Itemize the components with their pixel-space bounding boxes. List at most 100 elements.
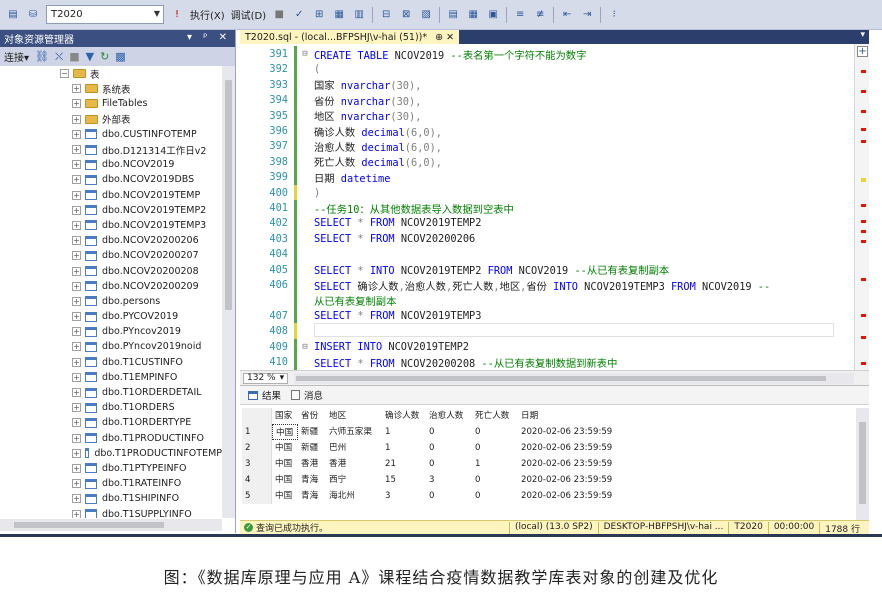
error-marker[interactable] bbox=[861, 362, 866, 365]
column-header[interactable]: 国家 bbox=[272, 408, 298, 424]
tree-table-node[interactable]: + dbo.PYncov2019 bbox=[0, 324, 222, 339]
tab-query-file[interactable]: T2020.sql - (local...BFPSHJ\v-hai (51))*… bbox=[240, 30, 460, 44]
tree-folder-node[interactable]: − 表 bbox=[0, 66, 222, 81]
expand-icon[interactable]: + bbox=[72, 479, 81, 489]
grid-cell[interactable]: 3 bbox=[382, 488, 426, 504]
row-number[interactable]: 5 bbox=[242, 488, 272, 504]
grid-cell[interactable]: 1 bbox=[382, 424, 426, 440]
code-line[interactable]: 395 地区 nvarchar(30), bbox=[240, 107, 852, 124]
tab-pin-close-icon[interactable]: ⊕ ✕ bbox=[435, 32, 454, 43]
scrollbar-thumb[interactable] bbox=[225, 80, 232, 310]
include-plan-icon[interactable]: ⊟ bbox=[379, 8, 393, 22]
column-header[interactable]: 死亡人数 bbox=[472, 408, 518, 424]
refresh-icon[interactable]: ↻ bbox=[100, 50, 109, 63]
query-designer-icon[interactable]: ▦ bbox=[332, 8, 346, 22]
live-stats-icon[interactable]: ⊠ bbox=[399, 8, 413, 22]
grid-cell[interactable]: 海北州 bbox=[326, 488, 382, 504]
scrollbar-thumb[interactable] bbox=[14, 522, 164, 528]
tree-table-node[interactable]: + dbo.CUSTINFOTEMP bbox=[0, 127, 222, 142]
error-marker[interactable] bbox=[861, 204, 866, 207]
tab-results[interactable]: 结果 bbox=[248, 388, 281, 402]
grid-cell[interactable]: 2020-02-06 23:59:59 bbox=[518, 456, 658, 472]
error-marker[interactable] bbox=[861, 314, 866, 317]
expand-icon[interactable]: + bbox=[72, 175, 81, 185]
expand-icon[interactable]: + bbox=[72, 114, 81, 124]
code-line[interactable]: 406 SELECT 确诊人数,治愈人数,死亡人数,地区,省份 INTO NCOV… bbox=[240, 277, 852, 293]
tree-table-node[interactable]: + dbo.T1PTYPEINFO bbox=[0, 461, 222, 476]
parse-icon[interactable]: ✓ bbox=[292, 8, 306, 22]
error-marker[interactable] bbox=[861, 336, 866, 339]
code-line[interactable]: 392 ( bbox=[240, 61, 852, 78]
disconnect-icon[interactable]: ⛌ bbox=[55, 50, 63, 64]
new-query-icon[interactable]: ▤ bbox=[6, 8, 20, 22]
tree-table-node[interactable]: + dbo.NCOV20200208 bbox=[0, 263, 222, 278]
row-number[interactable]: 3 bbox=[242, 456, 272, 472]
code-line[interactable]: 404 bbox=[240, 246, 852, 263]
grid-cell[interactable]: 0 bbox=[472, 472, 518, 488]
grid-cell[interactable]: 0 bbox=[472, 488, 518, 504]
tab-messages[interactable]: 消息 bbox=[291, 388, 323, 402]
results-file-icon[interactable]: ▣ bbox=[486, 8, 500, 22]
stop-icon[interactable]: ■ bbox=[272, 8, 286, 22]
grid-cell[interactable]: 中国 bbox=[272, 424, 298, 440]
grid-cell[interactable]: 2020-02-06 23:59:59 bbox=[518, 472, 658, 488]
scrollbar-thumb[interactable] bbox=[296, 375, 827, 381]
tree-table-node[interactable]: + dbo.T1ORDERTYPE bbox=[0, 415, 222, 430]
grid-cell[interactable]: 0 bbox=[426, 424, 472, 440]
code-line[interactable]: 391 ⊟ CREATE TABLE NCOV2019 --表名第一个字符不能为数字 bbox=[240, 46, 852, 62]
error-marker[interactable] bbox=[861, 220, 866, 223]
grid-cell[interactable]: 2020-02-06 23:59:59 bbox=[518, 424, 658, 440]
results-grid[interactable]: 国家 省份 地区 确诊人数 治愈人数 死亡人数 日期 1 中国 新疆 六师五家渠 1 0 0 2020-02… bbox=[242, 408, 854, 521]
connect-icon[interactable]: ⛓ bbox=[35, 50, 49, 63]
display-plan-icon[interactable]: ⊞ bbox=[312, 8, 326, 22]
explorer-vertical-scrollbar[interactable] bbox=[222, 66, 235, 518]
tree-table-node[interactable]: + dbo.T1PRODUCTINFOTEMP bbox=[0, 446, 222, 461]
tree-table-node[interactable]: + dbo.T1PRODUCTINFO bbox=[0, 431, 222, 446]
tree-table-node[interactable]: + dbo.D121314工作日v2 bbox=[0, 142, 222, 157]
grid-cell[interactable]: 0 bbox=[426, 456, 472, 472]
error-marker[interactable] bbox=[861, 110, 866, 113]
code-line[interactable]: 402 SELECT * FROM NCOV2019TEMP2 bbox=[240, 215, 852, 232]
results-vertical-scrollbar[interactable] bbox=[856, 408, 869, 521]
increase-indent-icon[interactable]: ⇥ bbox=[580, 8, 594, 22]
execute-icon[interactable]: ! bbox=[170, 8, 184, 22]
expand-icon[interactable]: + bbox=[72, 84, 81, 94]
expand-icon[interactable]: + bbox=[72, 433, 81, 443]
expand-icon[interactable]: + bbox=[72, 266, 81, 276]
editor-horizontal-scrollbar[interactable] bbox=[294, 372, 855, 384]
expand-icon[interactable]: + bbox=[72, 448, 81, 458]
grid-corner[interactable] bbox=[242, 408, 272, 424]
tree-table-node[interactable]: + dbo.NCOV2019 bbox=[0, 157, 222, 172]
table-row[interactable]: 1 中国 新疆 六师五家渠 1 0 0 2020-02-06 23:59:59 bbox=[242, 424, 854, 440]
grid-cell[interactable]: 中国 bbox=[272, 488, 298, 504]
code-line[interactable]: 409 ⊟ INSERT INTO NCOV2019TEMP2 bbox=[240, 338, 852, 355]
expand-icon[interactable]: + bbox=[72, 372, 81, 382]
column-header[interactable]: 日期 bbox=[518, 408, 658, 424]
results-grid-icon[interactable]: ▦ bbox=[466, 8, 480, 22]
tree-table-node[interactable]: + dbo.PYncov2019noid bbox=[0, 339, 222, 354]
expand-icon[interactable]: + bbox=[72, 494, 81, 504]
table-row[interactable]: 3 中国 香港 香港 21 0 1 2020-02-06 23:59:59 bbox=[242, 456, 854, 472]
grid-cell[interactable]: 巴州 bbox=[326, 440, 382, 456]
expand-icon[interactable]: + bbox=[72, 463, 81, 473]
tree-table-node[interactable]: + dbo.NCOV2019TEMP3 bbox=[0, 218, 222, 233]
row-number[interactable]: 2 bbox=[242, 440, 272, 456]
table-row[interactable]: 5 中国 青海 海北州 3 0 0 2020-02-06 23:59:59 bbox=[242, 488, 854, 504]
grid-cell[interactable]: 1 bbox=[382, 440, 426, 456]
grid-cell[interactable]: 香港 bbox=[326, 456, 382, 472]
code-line[interactable]: 407 SELECT * FROM NCOV2019TEMP3 bbox=[240, 307, 852, 324]
code-line[interactable]: 405 SELECT * INTO NCOV2019TEMP2 FROM NCOV… bbox=[240, 261, 852, 278]
activity-monitor-icon[interactable]: ▩ bbox=[115, 50, 125, 63]
uncomment-icon[interactable]: ≢ bbox=[533, 8, 547, 22]
code-line[interactable]: 397 治愈人数 decimal(6,0), bbox=[240, 138, 852, 155]
intellisense-icon[interactable]: ▥ bbox=[352, 8, 366, 22]
grid-cell[interactable]: 香港 bbox=[298, 456, 326, 472]
tree-table-node[interactable]: + dbo.T1CUSTINFO bbox=[0, 355, 222, 370]
grid-cell[interactable]: 青海 bbox=[298, 472, 326, 488]
tree-table-node[interactable]: + dbo.T1RATEINFO bbox=[0, 476, 222, 491]
tree-table-node[interactable]: + dbo.NCOV2019TEMP2 bbox=[0, 203, 222, 218]
tree-table-node[interactable]: + dbo.NCOV20200207 bbox=[0, 248, 222, 263]
error-marker[interactable] bbox=[861, 90, 866, 93]
code-line[interactable]: 从已有表复制副本 bbox=[240, 292, 852, 309]
error-marker[interactable] bbox=[861, 70, 866, 73]
